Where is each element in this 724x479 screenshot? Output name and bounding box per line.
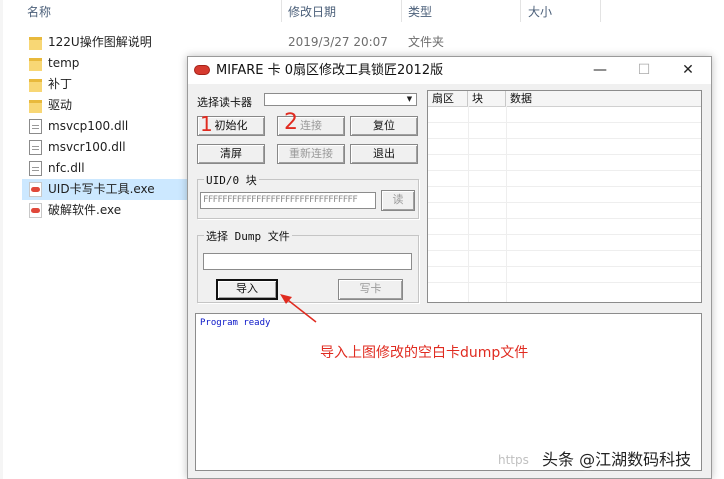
annotation-arrow (280, 294, 317, 323)
watermark-url: https (498, 453, 529, 467)
watermark: 头条 @江湖数码科技 (542, 450, 692, 469)
annotation-note: 导入上图修改的空白卡dump文件 (320, 345, 529, 361)
